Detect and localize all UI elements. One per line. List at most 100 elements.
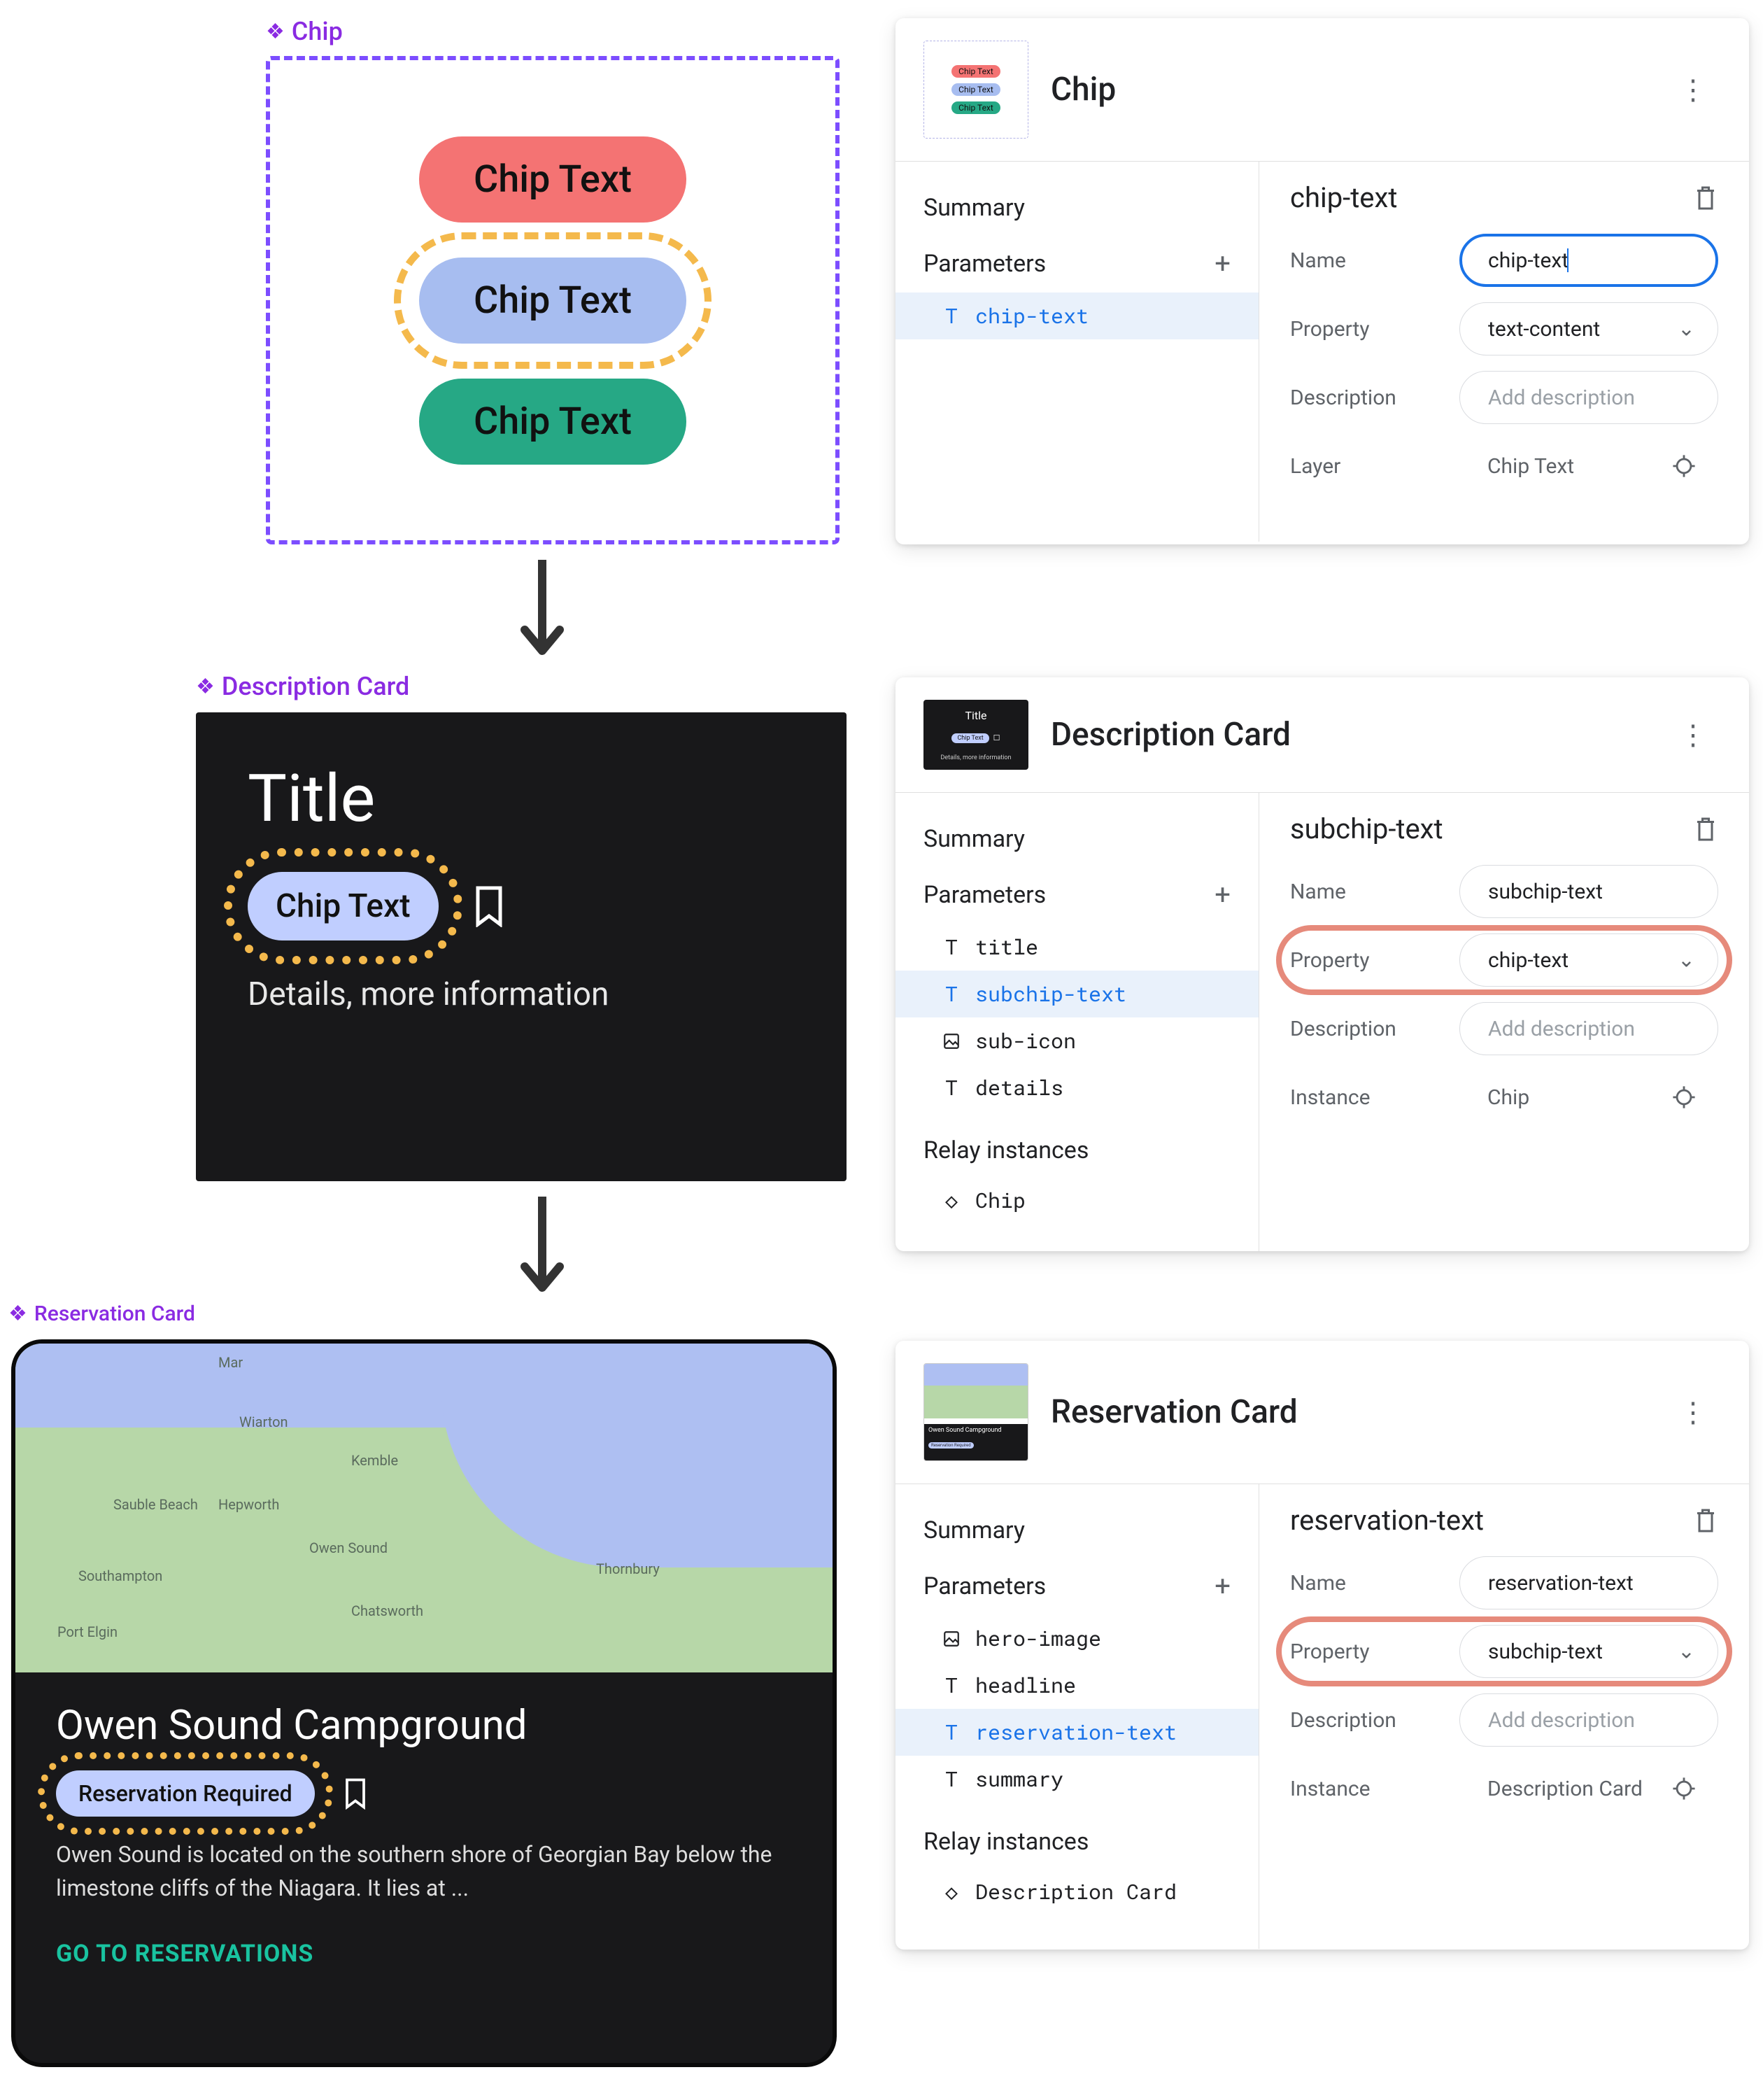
name-label: Name (1290, 248, 1437, 273)
description-placeholder: Add description (1488, 386, 1635, 410)
relay-instances-heading: Relay instances (895, 1124, 1259, 1177)
component-label-chip: ❖ Chip (266, 17, 343, 46)
more-icon[interactable]: ⋮ (1665, 1396, 1721, 1429)
description-placeholder: Add description (1488, 1708, 1635, 1733)
description-field[interactable]: Add description (1459, 371, 1718, 424)
relay-item-chip[interactable]: ◇Chip (895, 1177, 1259, 1224)
layer-value-text: Chip Text (1487, 454, 1574, 479)
chip-variant-blue[interactable]: Chip Text (419, 258, 686, 344)
map-label: Hepworth (218, 1496, 279, 1513)
description-field[interactable]: Add description (1459, 1693, 1718, 1747)
more-icon[interactable]: ⋮ (1665, 73, 1721, 106)
instance-label: Instance (1290, 1085, 1437, 1110)
component-label-text: Chip (292, 17, 343, 46)
instance-value-text: Description Card (1487, 1777, 1643, 1801)
param-sub-icon[interactable]: sub-icon (895, 1017, 1259, 1064)
param-hero-image[interactable]: hero-image (895, 1615, 1259, 1662)
target-icon[interactable] (1672, 1085, 1696, 1109)
param-headline[interactable]: Theadline (895, 1662, 1259, 1709)
layer-value[interactable]: Chip Text (1459, 439, 1718, 493)
map-label: Kemble (351, 1452, 398, 1469)
param-details[interactable]: Tdetails (895, 1064, 1259, 1111)
add-parameter-button[interactable]: + (1215, 1570, 1231, 1602)
chip-variant-green[interactable]: Chip Text (419, 379, 686, 465)
map-label: Owen Sound (309, 1539, 388, 1556)
delete-icon[interactable] (1693, 1507, 1718, 1535)
image-icon (940, 1630, 963, 1648)
chevron-down-icon: ⌄ (1678, 1640, 1695, 1664)
param-subchip-text[interactable]: Tsubchip-text (895, 971, 1259, 1017)
component-label-text: Description Card (222, 672, 409, 701)
form-title: subchip-text (1290, 812, 1443, 845)
chip-variants-frame: Chip Text Chip Text Chip Text (266, 56, 840, 544)
relay-item-label: Description Card (975, 1878, 1177, 1905)
description-card-panel: Title Chip Text☐ Details, more informati… (895, 677, 1749, 1251)
reservation-headline: Owen Sound Campground (56, 1702, 792, 1749)
param-label: details (975, 1074, 1063, 1101)
target-icon[interactable] (1672, 454, 1696, 478)
property-label: Property (1290, 1640, 1437, 1664)
property-label: Property (1290, 317, 1437, 341)
more-icon[interactable]: ⋮ (1665, 719, 1721, 752)
parameters-heading: Parameters (923, 250, 1046, 278)
property-select[interactable]: chip-text ⌄ (1459, 933, 1718, 987)
description-card-title: Title (248, 760, 795, 837)
property-value: text-content (1488, 317, 1600, 341)
description-card-thumbnail: Title Chip Text☐ Details, more informati… (923, 700, 1028, 770)
diamond-icon: ❖ (196, 675, 215, 699)
name-field[interactable]: subchip-text (1459, 865, 1718, 918)
instance-value[interactable]: Description Card (1459, 1762, 1718, 1815)
text-icon: T (940, 1672, 963, 1699)
summary-tab[interactable]: Summary (895, 812, 1259, 866)
name-field[interactable]: chip-text (1459, 234, 1718, 287)
parameters-heading: Parameters (923, 881, 1046, 909)
panel-title: Chip (1051, 71, 1116, 108)
param-label: hero-image (975, 1625, 1101, 1652)
instance-value-text: Chip (1487, 1085, 1529, 1110)
image-icon (940, 1032, 963, 1050)
param-summary[interactable]: Tsummary (895, 1756, 1259, 1803)
add-parameter-button[interactable]: + (1215, 878, 1231, 911)
chip-panel: Chip Text Chip Text Chip Text Chip ⋮ Sum… (895, 18, 1749, 544)
go-to-reservations-button[interactable]: GO TO RESERVATIONS (56, 1940, 792, 1968)
map-label: Port Elgin (57, 1623, 118, 1640)
reservation-chip[interactable]: Reservation Required (56, 1770, 315, 1817)
param-chip-text[interactable]: T chip-text (895, 293, 1259, 339)
property-select[interactable]: subchip-text⌄ (1459, 1625, 1718, 1678)
bookmark-icon[interactable] (343, 1777, 368, 1810)
instance-value[interactable]: Chip (1459, 1071, 1718, 1124)
map-label: Chatsworth (351, 1602, 423, 1619)
delete-icon[interactable] (1693, 184, 1718, 212)
map-label: Sauble Beach (113, 1496, 198, 1513)
form-title: chip-text (1290, 181, 1397, 214)
param-title[interactable]: Ttitle (895, 924, 1259, 971)
chevron-down-icon: ⌄ (1678, 948, 1695, 973)
component-label-reservation-card: ❖ Reservation Card (8, 1302, 195, 1326)
property-select[interactable]: text-content ⌄ (1459, 302, 1718, 355)
chip-variant-red[interactable]: Chip Text (419, 136, 686, 223)
reservation-summary: Owen Sound is located on the southern sh… (56, 1838, 792, 1905)
name-field[interactable]: reservation-text (1459, 1556, 1718, 1609)
name-field-value: reservation-text (1488, 1571, 1634, 1595)
summary-tab[interactable]: Summary (895, 181, 1259, 234)
param-reservation-text[interactable]: Treservation-text (895, 1709, 1259, 1756)
bookmark-icon[interactable] (472, 885, 506, 927)
arrow-down-icon (518, 1197, 567, 1302)
property-value: chip-text (1488, 948, 1569, 973)
reservation-card-preview: Mar Wiarton Kemble Sauble Beach Hepworth… (11, 1339, 837, 2067)
target-icon[interactable] (1672, 1777, 1696, 1800)
panel-title: Reservation Card (1051, 1393, 1298, 1431)
add-parameter-button[interactable]: + (1215, 247, 1231, 280)
delete-icon[interactable] (1693, 815, 1718, 843)
name-field-value: chip-text (1488, 248, 1569, 273)
instance-label: Instance (1290, 1777, 1437, 1801)
param-label: summary (975, 1766, 1063, 1793)
description-card-chip[interactable]: Chip Text (248, 872, 439, 940)
relay-item-description-card[interactable]: ◇Description Card (895, 1868, 1259, 1915)
diamond-icon: ❖ (8, 1302, 27, 1326)
name-field-value: subchip-text (1488, 880, 1603, 904)
description-field[interactable]: Add description (1459, 1002, 1718, 1055)
param-label: reservation-text (975, 1719, 1177, 1746)
summary-tab[interactable]: Summary (895, 1504, 1259, 1557)
text-icon: T (940, 302, 963, 330)
